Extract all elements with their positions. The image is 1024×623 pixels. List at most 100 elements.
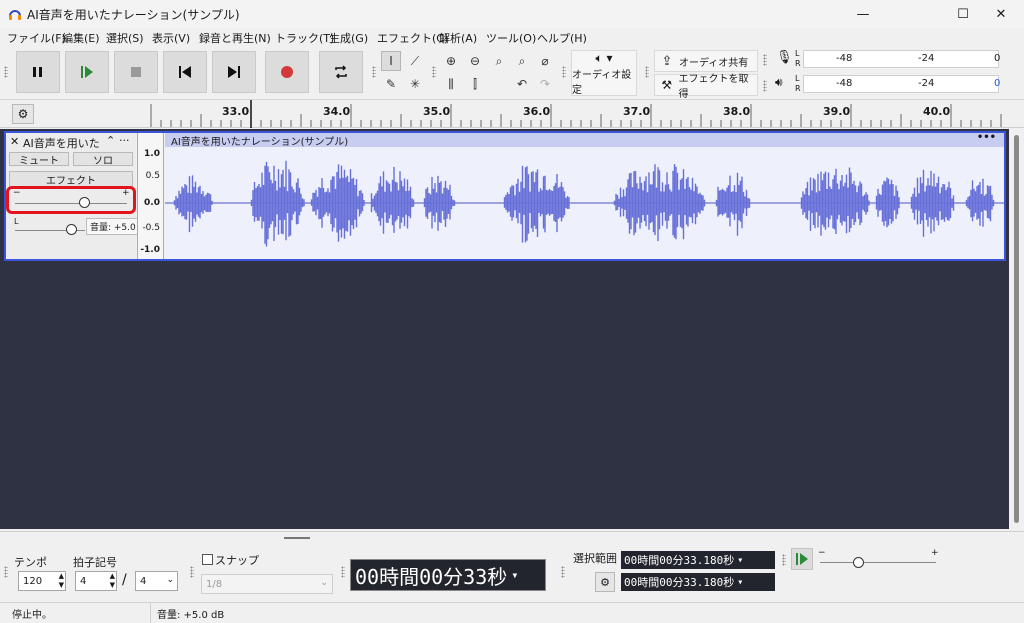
zoom-in-button[interactable]: ⊕ [441, 51, 461, 71]
menu-edit[interactable]: 編集(E) [62, 30, 100, 46]
scrollbar-thumb[interactable] [1014, 135, 1019, 523]
multi-tool-button[interactable]: ✳ [405, 74, 425, 94]
menu-tracks[interactable]: トラック(T) [275, 30, 334, 46]
playback-meter[interactable]: -48 -24 0 [803, 75, 1001, 93]
audio-clip[interactable] [165, 133, 1004, 259]
pan-slider-thumb[interactable] [66, 224, 77, 235]
selection-grip[interactable] [561, 566, 565, 578]
time-signature-upper-input[interactable]: 4 ▲ ▼ [75, 571, 117, 591]
tools-grip[interactable] [372, 66, 376, 78]
menu-generate[interactable]: 生成(G) [329, 30, 368, 46]
selection-start[interactable]: 00時間00分33.180秒 ▾ [621, 551, 775, 569]
redo-button[interactable]: ↷ [535, 74, 555, 94]
audio-setup-grip[interactable] [562, 66, 566, 78]
undo-button[interactable]: ↶ [512, 74, 532, 94]
waveform[interactable] [165, 147, 1004, 259]
play-meter-grip[interactable] [763, 80, 767, 92]
close-track-icon[interactable]: ✕ [10, 135, 19, 148]
resize-handle[interactable] [284, 537, 310, 539]
gain-slider[interactable] [15, 203, 127, 204]
menu-tools[interactable]: ツール(O) [486, 30, 536, 46]
zoom-out-button[interactable]: ⊖ [465, 51, 485, 71]
record-meter-grip[interactable] [763, 54, 767, 66]
effects-button[interactable]: エフェクト [9, 171, 133, 187]
zoom-toggle-button[interactable]: ⌀ [535, 51, 555, 71]
record-button[interactable] [265, 51, 309, 93]
snap-grip[interactable] [190, 566, 194, 578]
status-bar: 停止中。 音量: +5.0 dB [0, 602, 1024, 623]
snap-select[interactable]: 1/8 ⌄ [201, 574, 333, 594]
trim-button[interactable]: ⫼ [441, 74, 461, 94]
playback-speed-thumb[interactable] [853, 557, 865, 568]
status-divider [150, 603, 151, 623]
spin-arrows-icon[interactable]: ▲ ▼ [110, 572, 115, 590]
zoom-out-icon: ⊖ [469, 54, 481, 68]
time-signature-lower-select[interactable]: 4 ⌄ [135, 571, 178, 591]
skip-to-end-button[interactable] [212, 51, 256, 93]
draw-tool-button[interactable]: ✎ [381, 74, 401, 94]
pan-left-label: L [14, 217, 19, 226]
amplitude-scale[interactable]: 1.0 0.5 0.0 -0.5 -1.0 [137, 133, 164, 259]
record-meter[interactable]: -48 -24 0 [803, 50, 1000, 68]
spin-arrows-icon[interactable]: ▲ ▼ [59, 572, 64, 590]
close-button[interactable]: ✕ [978, 0, 1024, 28]
amp-tick: -0.5 [142, 223, 160, 233]
menu-view[interactable]: 表示(V) [152, 30, 190, 46]
play-at-speed-grip[interactable] [782, 554, 786, 566]
skip-to-start-button[interactable] [163, 51, 207, 93]
fit-project-button[interactable]: ⌕ [512, 51, 532, 71]
edit-grip[interactable] [432, 66, 436, 78]
selection-tool-button[interactable]: I [381, 51, 401, 71]
menu-analyze[interactable]: 解析(A) [439, 30, 477, 46]
clip-menu-icon[interactable]: ••• [977, 132, 996, 143]
loop-button[interactable] [319, 51, 363, 93]
menu-file[interactable]: ファイル(F) [7, 30, 66, 46]
time-signature-separator: / [122, 572, 127, 588]
get-effects-button[interactable]: ⚒ エフェクトを取得 [654, 74, 758, 100]
share-grip[interactable] [645, 66, 649, 78]
speaker-dropdown-icon: 🔈︎ ▾ [595, 50, 613, 65]
collapse-track-icon[interactable]: ⌃ [106, 134, 115, 147]
minimize-button[interactable]: — [840, 0, 886, 28]
tempo-input[interactable]: 120 ▲ ▼ [18, 571, 66, 591]
menu-select[interactable]: 選択(S) [106, 30, 144, 46]
envelope-tool-button[interactable]: ⟋ [405, 51, 425, 71]
clip-title[interactable]: AI音声を用いたナレーション(サンプル) [171, 133, 348, 148]
play-at-speed-button[interactable] [791, 548, 813, 570]
time-format-dropdown-icon[interactable]: ▾ [511, 568, 518, 582]
playback-speed-slider[interactable] [820, 562, 936, 563]
clip-header[interactable]: AI音声を用いたナレーション(サンプル) ••• [165, 132, 1004, 148]
share-audio-button[interactable]: ⇪ オーディオ共有 [654, 50, 758, 72]
microphone-icon[interactable]: 🎙︎ [776, 50, 793, 65]
title-bar: AI音声を用いたナレーション(サンプル) — ☐ ✕ [0, 0, 1024, 28]
timeline-ruler[interactable]: ⚙ 33.0 34.0 35.0 36.0 37.0 38.0 39.0 40.… [0, 100, 1024, 128]
track-name[interactable]: AI音声を用いた [23, 135, 100, 151]
vertical-scrollbar[interactable] [1009, 129, 1024, 529]
silence-button[interactable]: ⫿ [465, 74, 485, 94]
status-volume-text: 音量: +5.0 dB [157, 610, 225, 621]
fit-selection-button[interactable]: ⌕ [489, 51, 509, 71]
time-signature-grip[interactable] [4, 566, 8, 578]
chevron-down-icon[interactable]: ▾ [737, 577, 743, 588]
snap-checkbox[interactable] [202, 554, 213, 565]
track-menu-icon[interactable]: ··· [119, 134, 130, 147]
selection-settings-button[interactable]: ⚙ [595, 572, 615, 592]
solo-button[interactable]: ソロ [73, 152, 133, 167]
meter-tick: 0 [994, 78, 1001, 89]
selection-end[interactable]: 00時間00分33.180秒 ▾ [621, 573, 775, 591]
audio-settings-button[interactable]: 🔈︎ ▾ オーディオ設定 [571, 50, 637, 96]
time-display[interactable]: 00時間00分33秒 ▾ [350, 559, 546, 591]
get-effects-label: エフェクトを取得 [678, 74, 749, 100]
pause-button[interactable] [16, 51, 60, 93]
menu-help[interactable]: ヘルプ(H) [537, 30, 587, 46]
mute-button[interactable]: ミュート [9, 152, 69, 167]
toolbar-grip[interactable] [4, 66, 8, 78]
menu-effect[interactable]: エフェクト(C) [377, 30, 448, 46]
chevron-down-icon[interactable]: ▾ [737, 555, 743, 566]
track-control-panel[interactable]: ✕ AI音声を用いた ⌃ ··· ミュート ソロ エフェクト − + L 音量:… [6, 133, 155, 259]
stop-button[interactable] [114, 51, 158, 93]
menu-transport[interactable]: 録音と再生(N) [199, 30, 271, 46]
play-button[interactable] [65, 51, 109, 93]
time-grip[interactable] [341, 566, 345, 578]
speaker-icon[interactable]: 🔊︎ [775, 75, 783, 90]
